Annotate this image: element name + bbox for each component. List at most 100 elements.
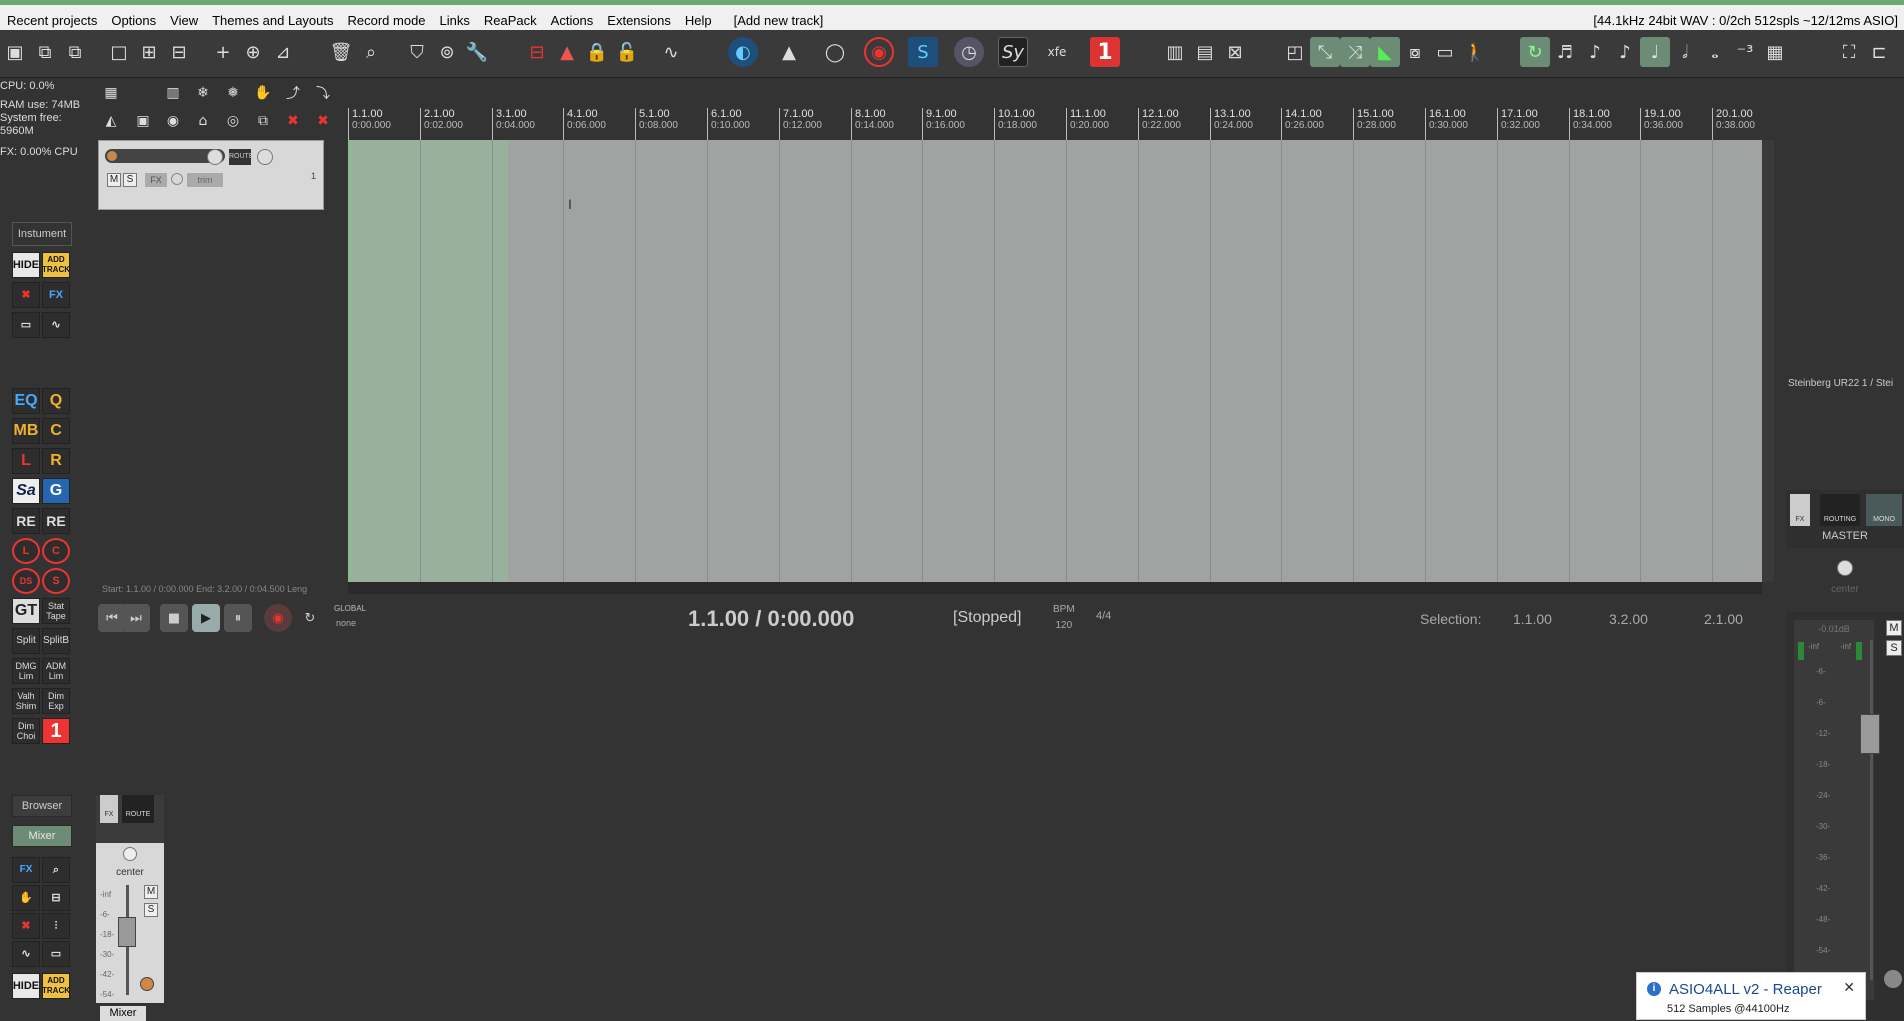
plugin-valh-shim[interactable]: Valh Shim <box>12 688 40 714</box>
search-icon[interactable]: ⌕ <box>42 857 70 883</box>
go-end-icon[interactable]: ⏭ <box>122 604 150 632</box>
unfreeze-icon[interactable]: ❅ <box>220 80 246 106</box>
hand-icon[interactable]: ✋ <box>250 80 276 106</box>
selection-start[interactable]: 1.1.00 <box>1513 611 1552 627</box>
new-project-icon[interactable]: □ <box>104 37 134 67</box>
mixer-faders-icon[interactable]: ⫶ <box>42 913 70 939</box>
mixer-mute-button[interactable]: M <box>144 885 158 899</box>
folder-icon[interactable]: ⊟ <box>164 37 194 67</box>
freeze-icon[interactable]: ❄ <box>190 80 216 106</box>
note-1-icon[interactable]: 𝅝 <box>1700 37 1730 67</box>
phase-icon[interactable] <box>171 173 183 185</box>
master-settings-icon[interactable] <box>1884 970 1902 988</box>
remove-icon[interactable]: ✖ <box>310 108 336 134</box>
plugin-one-icon[interactable]: 1 <box>1090 37 1120 67</box>
visible-icon[interactable]: ◉ <box>160 108 186 134</box>
master-pan-knob[interactable] <box>1837 560 1853 576</box>
menu-themes[interactable]: Themes and Layouts <box>205 9 340 32</box>
loop-icon[interactable]: ↻ <box>1520 37 1550 67</box>
plugin-g[interactable]: G <box>42 478 70 504</box>
note-2-icon[interactable]: 𝅗𝅥 <box>1670 37 1700 67</box>
menu-options[interactable]: Options <box>104 9 163 32</box>
remove-track-icon[interactable]: ✖ <box>12 282 40 308</box>
plugin-circle-l-icon[interactable]: L <box>12 538 40 564</box>
plugin-re-1[interactable]: RE <box>12 508 40 534</box>
plugin-circle-c-icon[interactable]: C <box>42 538 70 564</box>
chart-icon[interactable]: ◰ <box>1280 37 1310 67</box>
note-8-icon[interactable]: ♪ <box>1610 37 1640 67</box>
bpm-display[interactable]: BPM 120 <box>1053 602 1075 634</box>
clock-icon[interactable]: ◷ <box>954 37 984 67</box>
mixer-button[interactable]: Mixer <box>12 825 72 847</box>
mixer-pan-knob[interactable] <box>123 847 137 861</box>
record-arm-icon[interactable]: ⊟ <box>522 37 552 67</box>
solo-button[interactable]: S <box>123 173 137 187</box>
layout-b-icon[interactable]: ▤ <box>1190 37 1220 67</box>
save-copy-icon[interactable]: ⧉ <box>60 37 90 67</box>
record-arm-button[interactable] <box>107 151 117 161</box>
close-icon[interactable]: ✕ <box>1843 979 1855 996</box>
plugin-dim-choi[interactable]: Dim Choi <box>12 718 40 744</box>
plugin-dim-exp[interactable]: Dim Exp <box>42 688 70 714</box>
master-solo-button[interactable]: S <box>1886 640 1902 656</box>
volume-env-icon[interactable]: ◭ <box>98 108 124 134</box>
record-icon[interactable]: ◎ <box>220 108 246 134</box>
asio-notification[interactable]: i ASIO4ALL v2 - Reaper 512 Samples @4410… <box>1636 972 1866 1020</box>
repeat-icon[interactable]: ↻ <box>296 604 324 632</box>
plugin-one[interactable]: 1 <box>42 718 70 744</box>
save-as-icon[interactable]: ⧉ <box>30 37 60 67</box>
plugin-circle-ds-icon[interactable]: DS <box>12 568 40 594</box>
note-4-icon[interactable]: ♩ <box>1640 37 1670 67</box>
arrange-view[interactable]: I <box>348 140 1762 582</box>
sylenth-icon[interactable]: Sy <box>998 37 1028 67</box>
render-icon[interactable]: ⊿ <box>268 37 298 67</box>
master-fader-handle[interactable] <box>1860 714 1880 754</box>
master-routing-button[interactable]: ROUTING <box>1820 494 1860 526</box>
volume-knob[interactable] <box>207 149 223 165</box>
mute-button[interactable]: M <box>107 173 121 187</box>
add-track-button[interactable]: ADD TRACK <box>42 252 70 278</box>
plugin-split[interactable]: Split <box>12 628 40 654</box>
save-icon[interactable]: ▣ <box>0 37 30 67</box>
menu-reapack[interactable]: ReaPack <box>477 9 544 32</box>
plugin-adm-lim[interactable]: ADM Lim <box>42 658 70 684</box>
grid-lines-icon[interactable]: ▦ <box>1760 37 1790 67</box>
unlock-icon[interactable]: 🔓 <box>612 37 642 67</box>
folder-small-icon[interactable]: ⊟ <box>42 885 70 911</box>
plugin-c[interactable]: C <box>42 418 70 444</box>
delete-icon[interactable]: ✖ <box>280 108 306 134</box>
page-icon[interactable]: ▭ <box>42 941 70 967</box>
collapse-icon[interactable]: ⊏ <box>1864 37 1894 67</box>
fader-handle[interactable] <box>118 917 136 947</box>
insert-icon[interactable]: ⊕ <box>238 37 268 67</box>
menu-add-new-track[interactable]: [Add new track] <box>727 9 831 32</box>
fx-visible-icon[interactable]: FX <box>12 857 40 883</box>
vertical-scrollbar[interactable] <box>1762 140 1774 582</box>
global-value[interactable]: none <box>336 618 356 628</box>
fullscreen-icon[interactable]: ⛶ <box>1834 37 1864 67</box>
pause-icon[interactable]: ⏸ <box>224 604 252 632</box>
plugin-dmg-lim[interactable]: DMG Lim <box>12 658 40 684</box>
note-16-icon[interactable]: ♬ <box>1550 37 1580 67</box>
plugin-mb[interactable]: MB <box>12 418 40 444</box>
remove-small-icon[interactable]: ✖ <box>12 913 40 939</box>
box-icon[interactable]: ▣ <box>130 108 156 134</box>
metronome-icon[interactable]: ⊚ <box>432 37 462 67</box>
selection-end[interactable]: 3.2.00 <box>1609 611 1648 627</box>
envelope-icon-2[interactable]: ⤴ <box>280 80 306 106</box>
plugin-eq[interactable]: EQ <box>12 388 40 414</box>
track-panel[interactable]: ROUTE M S FX trim 1 <box>98 140 324 210</box>
menu-actions[interactable]: Actions <box>544 9 601 32</box>
record-icon-transport[interactable]: ◉ <box>264 604 292 632</box>
plugin-splitb[interactable]: SplitB <box>42 628 70 654</box>
walk-icon[interactable]: 🚶 <box>1460 37 1490 67</box>
envelope-icon[interactable]: ⤡ <box>1310 37 1340 67</box>
project-settings-icon[interactable]: ⊞ <box>134 37 164 67</box>
plugin-sa[interactable]: Sa <box>12 478 40 504</box>
hide-button[interactable]: HIDE <box>12 252 40 278</box>
route-button[interactable]: ROUTE <box>229 149 254 165</box>
note-8t-icon[interactable]: ♪ <box>1580 37 1610 67</box>
pan-area[interactable]: center <box>96 843 164 881</box>
plugin-b-icon[interactable]: ▲ <box>774 37 804 67</box>
drum-icon[interactable]: ◯ <box>820 37 850 67</box>
